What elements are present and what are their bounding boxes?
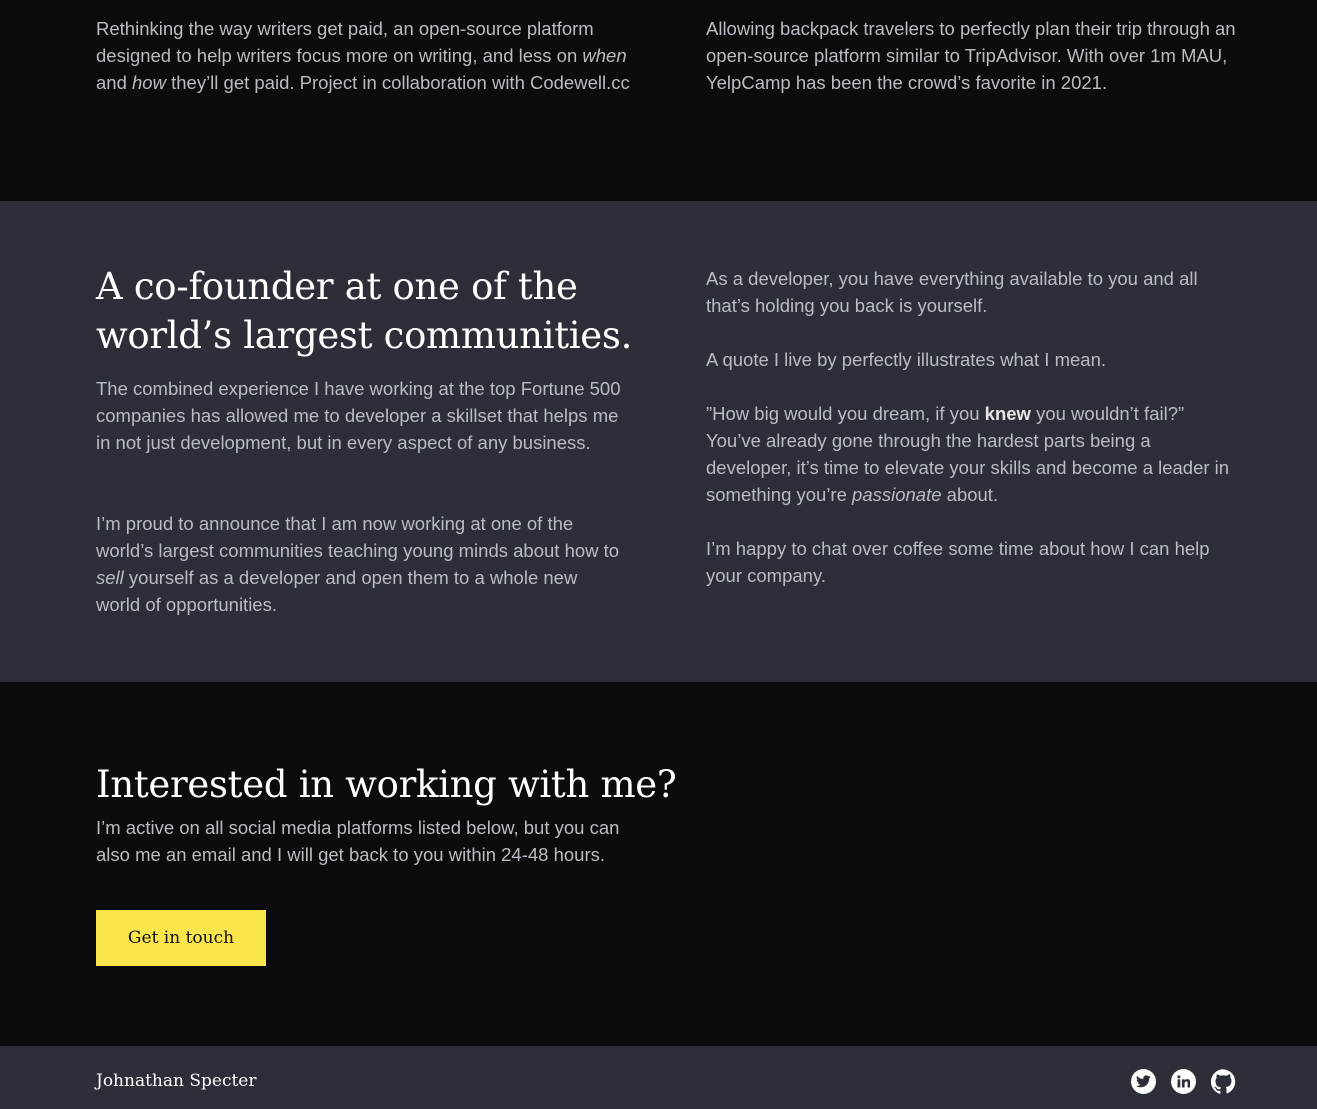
contact-title: Interested in working with me? <box>96 763 677 806</box>
about-right-paragraph-4: I’m happy to chat over coffee some time … <box>706 538 1210 586</box>
projects-section: Rethinking the way writers get paid, an … <box>0 0 1317 201</box>
footer-name: Johnathan Specter <box>96 1071 257 1091</box>
github-icon[interactable] <box>1211 1069 1236 1094</box>
about-left-paragraph-1: The combined experience I have working a… <box>96 378 621 453</box>
project-2-description: Allowing backpack travelers to perfectly… <box>706 18 1236 93</box>
contact-section: Interested in working with me? I’m activ… <box>0 682 1317 1046</box>
about-right-paragraph-1: As a developer, you have everything avai… <box>706 268 1198 316</box>
about-right-paragraph-2: A quote I live by perfectly illustrates … <box>706 349 1106 370</box>
get-in-touch-button[interactable]: Get in touch <box>96 910 266 966</box>
about-right-quote-paragraph: ”How big would you dream, if you knew yo… <box>706 403 1230 505</box>
about-section: A co-founder at one of the world’s large… <box>0 201 1317 682</box>
contact-description: I’m active on all social media platforms… <box>96 817 620 865</box>
linkedin-icon[interactable] <box>1171 1069 1196 1094</box>
twitter-icon[interactable] <box>1131 1069 1156 1094</box>
about-title: A co-founder at one of the world’s large… <box>96 265 633 357</box>
footer: Johnathan Specter <box>0 1046 1317 1109</box>
project-1-description: Rethinking the way writers get paid, an … <box>96 18 630 93</box>
about-left-paragraph-2: I’m proud to announce that I am now work… <box>96 513 620 615</box>
